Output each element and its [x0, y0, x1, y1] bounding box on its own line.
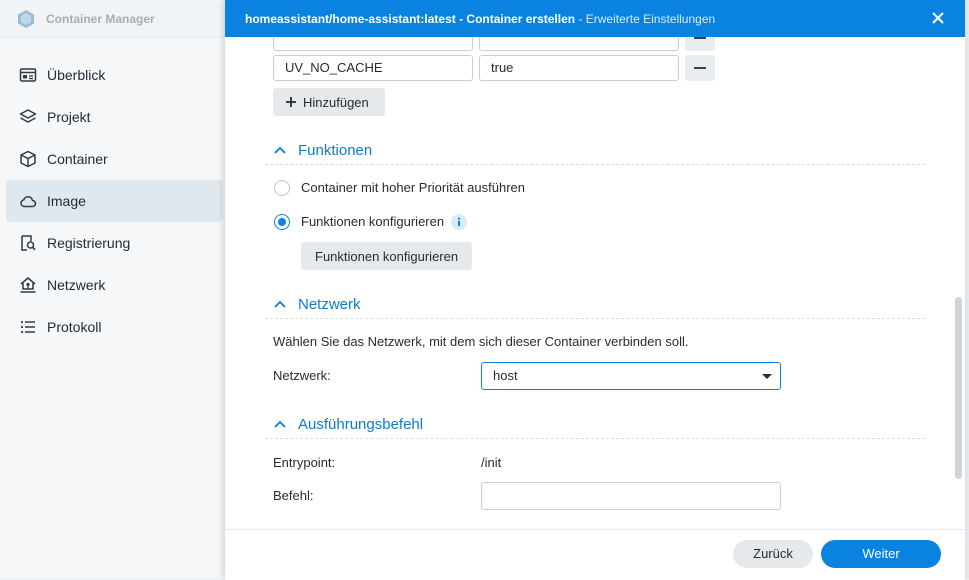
sidebar-item-label: Container	[47, 151, 108, 167]
radio-high-priority[interactable]	[274, 180, 290, 196]
env-value-input-cut[interactable]	[479, 37, 679, 51]
sidebar-item-network[interactable]: Netzwerk	[6, 264, 223, 306]
background-window-edge	[965, 0, 969, 579]
section-exec-header[interactable]: Ausführungsbefehl	[265, 410, 925, 439]
dialog-header: homeassistant/home-assistant:latest - Co…	[225, 0, 965, 37]
section-network-header[interactable]: Netzwerk	[265, 290, 925, 319]
radio-high-priority-label: Container mit hoher Priorität ausführen	[301, 180, 526, 195]
sidebar-item-label: Registrierung	[47, 235, 131, 251]
create-container-dialog: homeassistant/home-assistant:latest - Co…	[225, 0, 965, 580]
network-select-value: host	[493, 368, 518, 383]
sidebar-item-log[interactable]: Protokoll	[6, 306, 223, 348]
entrypoint-label: Entrypoint:	[273, 455, 336, 470]
entrypoint-value: /init	[481, 455, 502, 470]
registry-search-icon	[21, 235, 36, 251]
dialog-footer: Zurück Weiter	[225, 529, 965, 580]
network-description: Wählen Sie das Netzwerk, mit dem sich di…	[273, 334, 689, 349]
scrollbar-thumb[interactable]	[955, 297, 962, 479]
radio-configure-functions-label: Funktionen konfigurieren	[301, 214, 445, 229]
command-label: Befehl:	[273, 488, 314, 503]
network-house-icon	[20, 277, 36, 293]
sidebar-item-label: Projekt	[47, 109, 91, 125]
container-manager-logo-icon	[18, 9, 34, 28]
sidebar: Überblick Projekt Container Image Regist…	[0, 38, 225, 579]
sidebar-item-registry[interactable]: Registrierung	[6, 222, 223, 264]
dialog-body[interactable]: UV_NO_CACHE true Hinzufügen Funktionen C…	[225, 37, 965, 529]
chevron-up-icon	[274, 420, 286, 428]
chevron-up-icon	[274, 146, 286, 154]
app-header: Container Manager	[0, 0, 225, 38]
env-key-input[interactable]: UV_NO_CACHE	[273, 55, 473, 81]
sidebar-nav: Überblick Projekt Container Image Regist…	[0, 54, 225, 348]
sidebar-item-label: Protokoll	[47, 319, 102, 335]
chevron-up-icon	[274, 300, 286, 308]
app-title: Container Manager	[46, 11, 155, 26]
env-value-input[interactable]: true	[479, 55, 679, 81]
next-button[interactable]: Weiter	[821, 540, 941, 568]
section-functions-header[interactable]: Funktionen	[265, 136, 925, 165]
layers-icon	[19, 109, 37, 123]
close-icon[interactable]	[929, 9, 947, 27]
sidebar-item-container[interactable]: Container	[6, 138, 223, 180]
list-icon	[20, 320, 35, 334]
section-exec-title: Ausführungsbefehl	[298, 415, 424, 433]
add-env-button[interactable]: Hinzufügen	[273, 88, 385, 116]
sidebar-item-label: Image	[47, 193, 86, 209]
command-input[interactable]	[481, 482, 781, 510]
cube-icon	[20, 150, 36, 168]
cloud-icon	[20, 196, 37, 208]
back-button[interactable]: Zurück	[733, 540, 813, 568]
remove-env-button[interactable]	[685, 55, 715, 81]
sidebar-item-label: Überblick	[47, 67, 106, 83]
remove-env-button-cut[interactable]	[685, 37, 715, 51]
add-env-label: Hinzufügen	[303, 94, 369, 110]
sidebar-item-label: Netzwerk	[47, 277, 106, 293]
info-icon[interactable]	[451, 214, 467, 230]
env-key-input-cut[interactable]	[273, 37, 473, 51]
overview-icon	[19, 68, 37, 82]
dialog-subtitle: Erweiterte Einstellungen	[585, 11, 716, 26]
radio-configure-functions[interactable]	[274, 214, 290, 230]
sidebar-item-overview[interactable]: Überblick	[6, 54, 223, 96]
caret-down-icon	[762, 374, 772, 379]
section-functions-title: Funktionen	[298, 141, 373, 159]
network-select[interactable]: host	[481, 362, 781, 390]
dialog-title-separator: -	[575, 11, 586, 26]
network-label: Netzwerk:	[273, 368, 331, 383]
configure-functions-button[interactable]: Funktionen konfigurieren	[301, 242, 473, 270]
plus-icon	[286, 97, 296, 107]
section-network-title: Netzwerk	[298, 295, 361, 313]
dialog-title: homeassistant/home-assistant:latest - Co…	[245, 11, 576, 26]
sidebar-item-project[interactable]: Projekt	[6, 96, 223, 138]
sidebar-item-image[interactable]: Image	[6, 180, 223, 222]
